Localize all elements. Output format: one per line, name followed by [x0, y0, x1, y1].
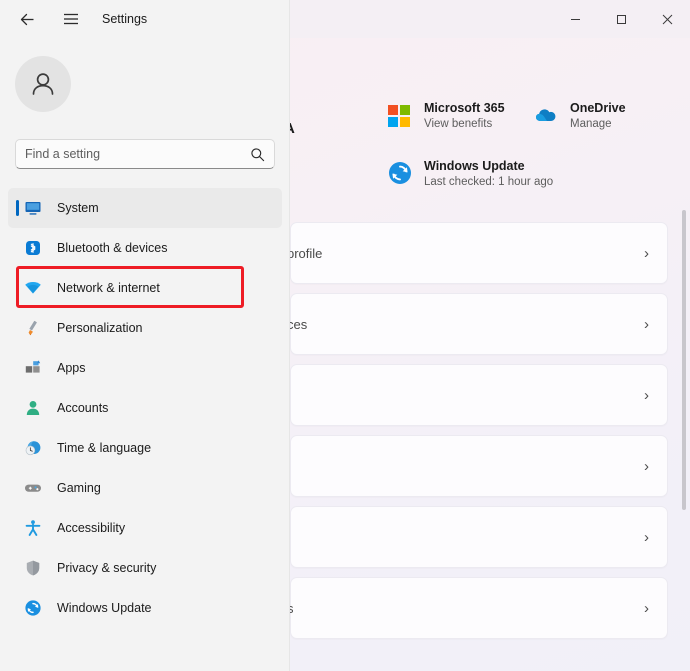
sidebar-item-label: Bluetooth & devices — [57, 241, 168, 255]
nav-header: Settings — [0, 0, 289, 38]
sidebar-item-windows-update[interactable]: Windows Update — [8, 588, 282, 628]
refresh-circle-icon — [24, 599, 42, 617]
sidebar-item-apps[interactable]: Apps — [8, 348, 282, 388]
microsoft-365-logo — [388, 103, 414, 129]
sidebar-item-personalization[interactable]: Personalization — [8, 308, 282, 348]
chevron-right-icon: › — [644, 600, 649, 617]
sidebar-item-label: Privacy & security — [57, 561, 156, 575]
hamburger-menu-icon[interactable] — [56, 5, 86, 33]
navigation-pane: Settings — [0, 0, 290, 671]
service-onedrive[interactable]: OneDrive Manage — [534, 101, 626, 131]
chevron-right-icon: › — [644, 458, 649, 475]
wifi-icon — [24, 279, 42, 297]
sidebar-item-bluetooth-devices[interactable]: Bluetooth & devices — [8, 228, 282, 268]
sidebar-item-system[interactable]: System — [8, 188, 282, 228]
service-title: Microsoft 365 — [424, 101, 505, 117]
sidebar-item-time-language[interactable]: Time & language — [8, 428, 282, 468]
service-subtitle[interactable]: Manage — [570, 117, 626, 131]
chevron-right-icon: › — [644, 387, 649, 404]
monitor-icon — [24, 199, 42, 217]
search-box[interactable] — [15, 139, 275, 169]
settings-card[interactable]: ces › — [290, 293, 668, 355]
apps-grid-icon — [24, 359, 42, 377]
sidebar-item-label: System — [57, 201, 99, 215]
settings-card[interactable]: › — [290, 364, 668, 426]
accessibility-icon — [24, 519, 42, 537]
nav-item-list: System Bluetooth & devices — [0, 188, 290, 628]
window-controls — [552, 0, 690, 38]
sidebar-item-label: Windows Update — [57, 601, 152, 615]
settings-card[interactable]: › — [290, 435, 668, 497]
sidebar-item-accessibility[interactable]: Accessibility — [8, 508, 282, 548]
sidebar-item-accounts[interactable]: Accounts — [8, 388, 282, 428]
chevron-right-icon: › — [644, 529, 649, 546]
service-microsoft-365[interactable]: Microsoft 365 View benefits — [388, 101, 505, 131]
sidebar-item-label: Accounts — [57, 401, 108, 415]
service-title: OneDrive — [570, 101, 626, 117]
minimize-button[interactable] — [552, 0, 598, 38]
maximize-button[interactable] — [598, 0, 644, 38]
sidebar-item-label: Network & internet — [57, 281, 160, 295]
sidebar-item-privacy-security[interactable]: Privacy & security — [8, 548, 282, 588]
sidebar-item-label: Accessibility — [57, 521, 125, 535]
settings-card-list: profile › ces › › › › s › — [290, 222, 668, 648]
bluetooth-icon — [24, 239, 42, 257]
shield-icon — [24, 559, 42, 577]
sidebar-item-label: Gaming — [57, 481, 101, 495]
avatar[interactable] — [15, 56, 71, 112]
person-icon — [24, 399, 42, 417]
app-title: Settings — [102, 12, 147, 26]
service-subtitle: Last checked: 1 hour ago — [424, 175, 553, 189]
card-label: ces — [287, 317, 307, 332]
search-input[interactable] — [25, 147, 250, 161]
service-windows-update[interactable]: Windows Update Last checked: 1 hour ago — [388, 159, 553, 189]
card-label: profile — [287, 246, 322, 261]
chevron-right-icon: › — [644, 316, 649, 333]
service-title: Windows Update — [424, 159, 553, 175]
settings-card[interactable]: s › — [290, 577, 668, 639]
sidebar-item-label: Time & language — [57, 441, 151, 455]
back-button[interactable] — [12, 5, 42, 33]
sidebar-item-label: Personalization — [57, 321, 142, 335]
service-subtitle[interactable]: View benefits — [424, 117, 505, 131]
sidebar-item-network-internet[interactable]: Network & internet — [8, 268, 282, 308]
gamepad-icon — [24, 479, 42, 497]
content-scrollbar[interactable] — [682, 210, 686, 510]
sidebar-item-gaming[interactable]: Gaming — [8, 468, 282, 508]
sidebar-item-label: Apps — [57, 361, 86, 375]
paintbrush-icon — [24, 319, 42, 337]
settings-card[interactable]: profile › — [290, 222, 668, 284]
onedrive-cloud-icon — [534, 103, 560, 129]
search-icon[interactable] — [250, 147, 265, 162]
clock-globe-icon — [24, 439, 42, 457]
settings-card[interactable]: › — [290, 506, 668, 568]
windows-update-icon — [388, 161, 414, 187]
settings-window: A Microsoft 365 View benefits — [0, 0, 690, 671]
close-button[interactable] — [644, 0, 690, 38]
chevron-right-icon: › — [644, 245, 649, 262]
